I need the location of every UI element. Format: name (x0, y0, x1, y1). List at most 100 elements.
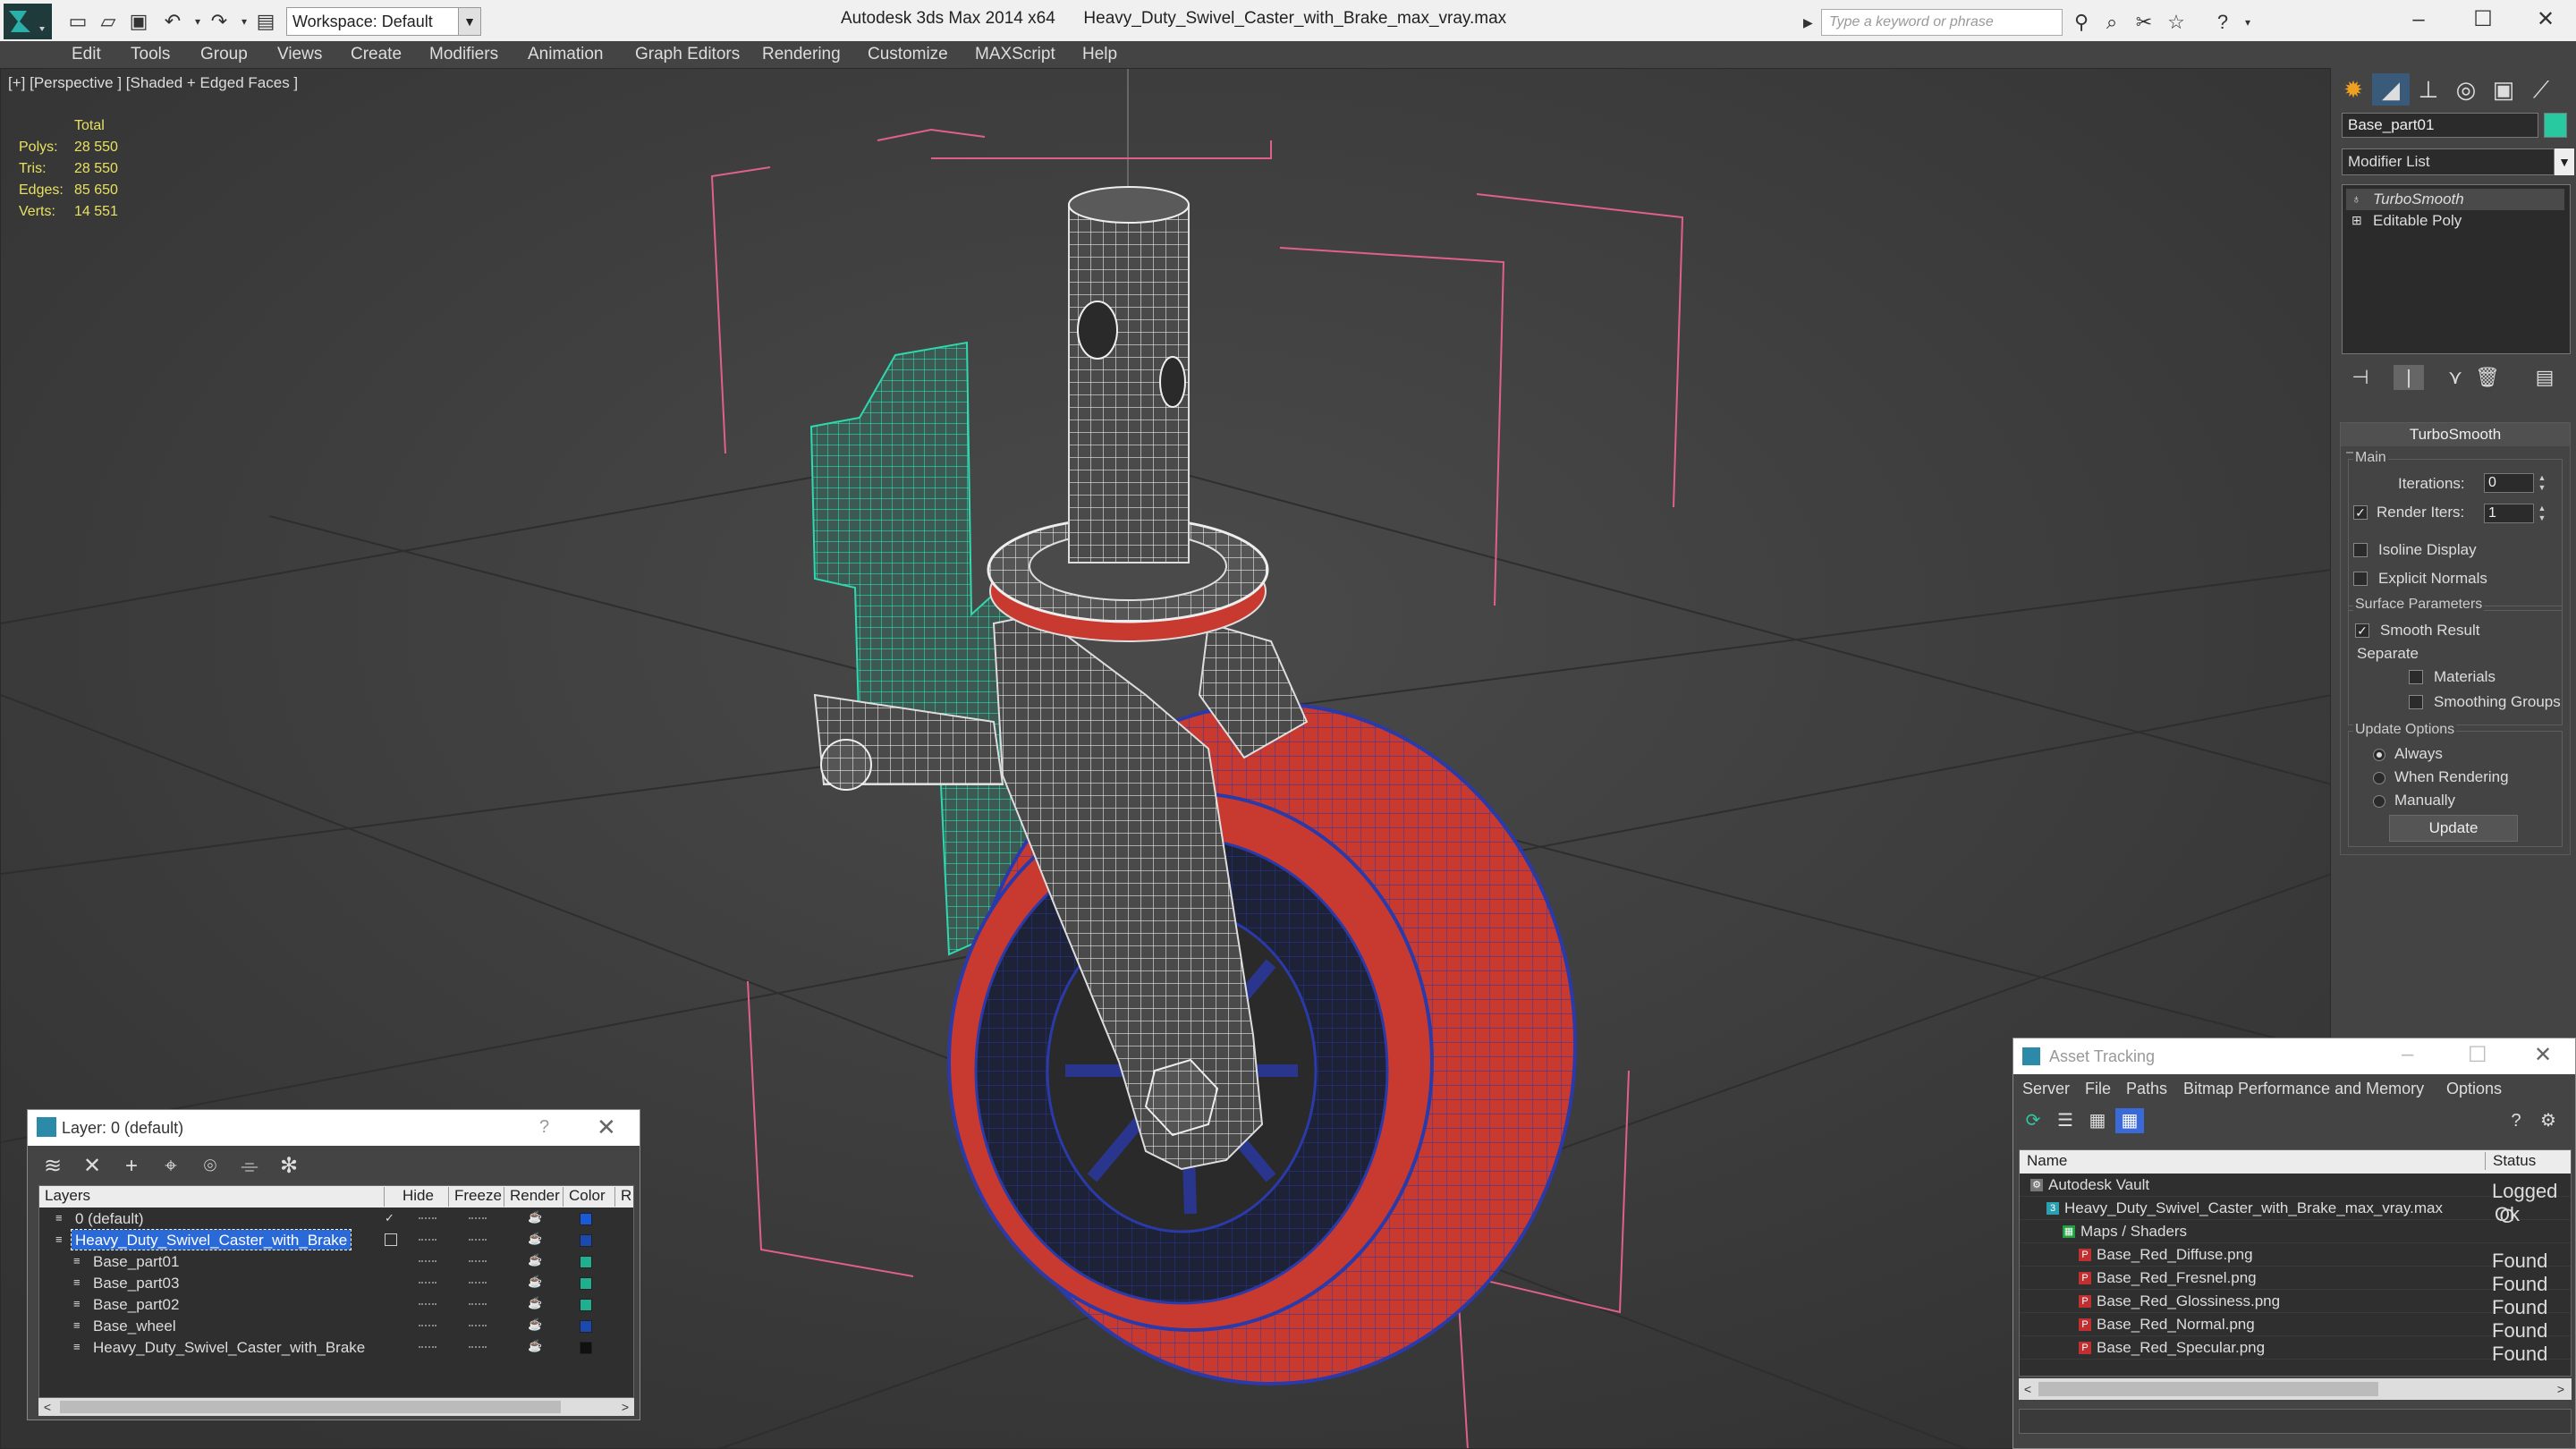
column-status[interactable]: Status (2485, 1152, 2536, 1170)
new-layer-icon[interactable]: ≋ (37, 1151, 69, 1182)
smoothing-groups-checkbox[interactable] (2409, 695, 2423, 709)
minimize-button[interactable]: – (2385, 0, 2453, 39)
always-radio[interactable] (2373, 749, 2385, 761)
layer-name[interactable]: Heavy_Duty_Swivel_Caster_with_Brake (89, 1337, 369, 1357)
asset-row[interactable]: 3 Heavy_Duty_Swivel_Caster_with_Brake_max… (2020, 1197, 2571, 1225)
redo-icon[interactable]: ↷ (206, 9, 233, 34)
layer-color-swatch[interactable] (580, 1299, 592, 1311)
table-view-icon[interactable]: ▦ (2115, 1108, 2144, 1133)
layer-row[interactable]: ≡ Heavy_Duty_Swivel_Caster_with_Brake ☕ (39, 1229, 633, 1250)
layer-row[interactable]: ≡ Base_wheel ☕ (39, 1315, 633, 1336)
menu-customize[interactable]: Customize (868, 45, 948, 64)
menu-graph-editors[interactable]: Graph Editors (635, 45, 740, 64)
hierarchy-tab-icon[interactable]: ⊥ (2410, 73, 2447, 106)
scrollbar-thumb[interactable] (2038, 1382, 2378, 1396)
configure-sets-icon[interactable]: ▤ (2529, 365, 2560, 390)
layer-row[interactable]: ≡ 0 (default) ✓ ☕ (39, 1208, 633, 1229)
binoculars-icon[interactable]: ⚲ (2068, 9, 2095, 36)
chevron-right-icon[interactable]: > (2552, 1380, 2570, 1398)
teapot-icon[interactable]: ☕ (528, 1211, 542, 1224)
motion-tab-icon[interactable]: ◎ (2447, 73, 2485, 106)
current-layer-box-icon[interactable] (385, 1233, 397, 1246)
hide-toggle[interactable] (419, 1325, 436, 1326)
layer-color-swatch[interactable] (580, 1277, 592, 1290)
dialog-title-bar[interactable]: Layer: 0 (default) ? ✕ (28, 1110, 640, 1146)
layer-color-swatch[interactable] (580, 1342, 592, 1354)
teapot-icon[interactable]: ☕ (528, 1233, 542, 1245)
chevron-down-icon[interactable]: ▼ (458, 7, 481, 36)
menu-maxscript[interactable]: MAXScript (975, 45, 1055, 64)
layer-color-swatch[interactable] (580, 1234, 592, 1247)
modifier-list-dropdown[interactable]: Modifier List (2342, 148, 2555, 175)
column-render[interactable]: Render (504, 1187, 564, 1207)
menu-help[interactable]: Help (1082, 45, 1117, 64)
hide-toggle[interactable] (419, 1282, 436, 1284)
help-dropdown-icon[interactable]: ▾ (2234, 9, 2261, 36)
column-hide[interactable]: Hide (397, 1187, 449, 1207)
layer-name[interactable]: Heavy_Duty_Swivel_Caster_with_Brake (70, 1229, 352, 1250)
layer-row[interactable]: ≡ Base_part01 ☕ (39, 1250, 633, 1272)
new-file-icon[interactable]: ▭ (64, 9, 91, 34)
tools-icon[interactable]: ✂ (2131, 9, 2157, 36)
undo-icon[interactable]: ↶ (159, 9, 186, 34)
hide-toggle[interactable] (419, 1260, 436, 1262)
close-icon[interactable]: ✕ (597, 1114, 616, 1141)
viewport-label[interactable]: [+] [Perspective ] [Shaded + Edged Faces… (8, 74, 298, 92)
asset-row[interactable]: P Base_Red_Glossiness.png Found (2020, 1290, 2571, 1318)
menu-server[interactable]: Server (2022, 1080, 2070, 1098)
layer-name[interactable]: 0 (default) (72, 1208, 148, 1228)
layer-color-swatch[interactable] (580, 1256, 592, 1268)
isoline-display-checkbox[interactable] (2353, 543, 2368, 557)
add-to-layer-icon[interactable]: + (115, 1151, 148, 1182)
chevron-right-icon[interactable]: > (616, 1398, 634, 1416)
column-radiosity[interactable]: R (615, 1187, 633, 1207)
menu-file[interactable]: File (2085, 1080, 2111, 1098)
render-iters-checkbox[interactable]: ✓ (2353, 505, 2368, 520)
teapot-icon[interactable]: ☕ (528, 1340, 542, 1352)
menu-views[interactable]: Views (277, 45, 322, 64)
explicit-normals-checkbox[interactable] (2353, 572, 2368, 586)
smooth-result-checkbox[interactable]: ✓ (2355, 623, 2369, 638)
rollout-header[interactable]: TurboSmooth (2341, 423, 2570, 446)
freeze-toggle[interactable] (469, 1239, 487, 1241)
remove-modifier-icon[interactable]: 🗑 (2472, 365, 2503, 390)
layer-color-swatch[interactable] (580, 1213, 592, 1225)
lightbulb-icon[interactable]: ♁ (2351, 192, 2364, 205)
menu-animation[interactable]: Animation (528, 45, 604, 64)
help-icon[interactable]: ? (2502, 1108, 2530, 1133)
horizontal-scrollbar[interactable]: < > (38, 1398, 634, 1416)
hide-toggle[interactable] (419, 1303, 436, 1305)
hide-toggle[interactable] (419, 1239, 436, 1241)
freeze-toggle[interactable] (469, 1346, 487, 1348)
display-tab-icon[interactable]: ▣ (2485, 73, 2522, 106)
star-icon[interactable]: ☆ (2163, 9, 2190, 36)
current-layer-check-icon[interactable]: ✓ (385, 1212, 397, 1224)
asset-row[interactable]: P Base_Red_Fresnel.png Found (2020, 1267, 2571, 1295)
maximize-button[interactable]: ☐ (2449, 0, 2517, 39)
utilities-tab-icon[interactable]: ⟋ (2522, 73, 2560, 106)
layer-color-swatch[interactable] (580, 1320, 592, 1333)
close-icon[interactable]: ✕ (2534, 1042, 2552, 1068)
scrollbar-thumb[interactable] (60, 1401, 561, 1413)
asset-row[interactable]: P Base_Red_Normal.png Found (2020, 1313, 2571, 1342)
project-folder-icon[interactable]: ▤ (252, 9, 279, 34)
menu-rendering[interactable]: Rendering (762, 45, 841, 64)
make-unique-icon[interactable]: ⋎ (2440, 365, 2470, 390)
update-button[interactable]: Update (2389, 815, 2518, 842)
expand-icon[interactable]: ⊞ (2351, 214, 2364, 226)
teapot-icon[interactable]: ☕ (528, 1275, 542, 1288)
menu-bitmap-performance[interactable]: Bitmap Performance and Memory (2183, 1080, 2424, 1098)
highlight-layer-icon[interactable]: ⌾ (194, 1151, 226, 1182)
save-file-icon[interactable]: ▣ (125, 9, 152, 34)
app-logo-icon[interactable] (4, 4, 52, 39)
spinner-arrows-icon[interactable]: ▲ ▼ (2536, 473, 2548, 493)
manually-radio[interactable] (2373, 795, 2385, 808)
when-rendering-radio[interactable] (2373, 772, 2385, 784)
freeze-toggle[interactable] (469, 1325, 487, 1326)
menu-paths[interactable]: Paths (2126, 1080, 2167, 1098)
layer-name[interactable]: Base_part01 (89, 1251, 182, 1271)
freeze-all-icon[interactable]: ✻ (273, 1151, 305, 1182)
freeze-toggle[interactable] (469, 1282, 487, 1284)
teapot-icon[interactable]: ☕ (528, 1297, 542, 1309)
freeze-toggle[interactable] (469, 1303, 487, 1305)
